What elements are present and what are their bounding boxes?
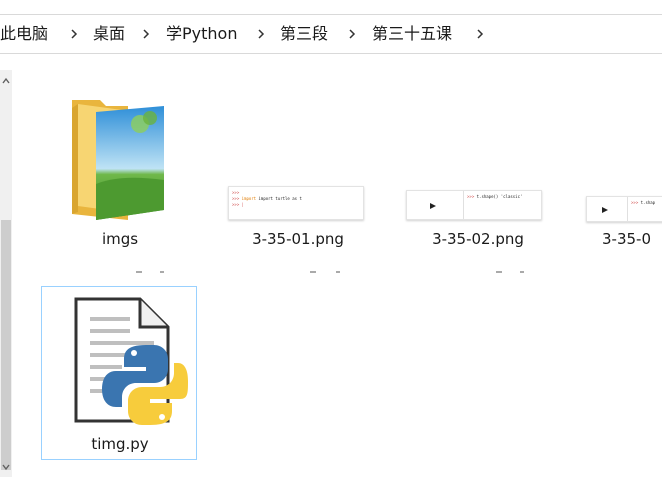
chevron-up-icon[interactable] [0,74,12,88]
chevron-right-icon[interactable] [472,26,488,42]
file-item-3-35-03[interactable]: >>> t.shap 3-35-0 [578,180,662,260]
file-name: 3-35-01.png [252,230,344,248]
chevron-down-icon[interactable] [0,460,12,474]
vertical-scrollbar[interactable] [0,70,12,477]
breadcrumb-lesson-35[interactable]: 第三十五课 [372,15,452,53]
breadcrumb-this-pc[interactable]: 此电脑 [0,15,48,53]
file-name: 3-35-0 [602,230,651,248]
file-name: imgs [101,230,139,248]
file-item-imgs[interactable]: imgs [60,90,180,260]
chevron-right-icon[interactable] [138,26,154,42]
file-item-3-35-02[interactable]: >>> t.shape() 'classic' 3-35-02.png [398,180,558,260]
address-bar[interactable]: 此电脑 桌面 学Python 第三段 第三十五课 [0,14,662,54]
chevron-right-icon[interactable] [344,26,360,42]
image-thumbnail: >>> t.shap [586,196,662,222]
file-item-timg-py[interactable]: timg.py [41,286,197,460]
turtle-arrow-icon [602,207,608,213]
image-thumbnail: >>> >>> import import turtle as t >>> | [228,186,364,220]
row-divider [310,271,340,273]
turtle-arrow-icon [430,203,436,209]
row-divider [136,271,164,273]
breadcrumb-learn-python[interactable]: 学Python [166,15,237,53]
folder-icon [72,100,164,220]
file-name: timg.py [91,435,149,453]
python-file-icon [74,297,188,425]
scrollbar-thumb[interactable] [1,220,11,470]
breadcrumb-desktop[interactable]: 桌面 [93,15,125,53]
chevron-right-icon[interactable] [66,26,82,42]
row-divider [496,271,524,273]
file-item-3-35-01[interactable]: >>> >>> import import turtle as t >>> | … [218,180,378,260]
file-name: 3-35-02.png [432,230,524,248]
chevron-right-icon[interactable] [253,26,269,42]
breadcrumb-stage-three[interactable]: 第三段 [280,15,328,53]
image-thumbnail: >>> t.shape() 'classic' [406,190,542,220]
